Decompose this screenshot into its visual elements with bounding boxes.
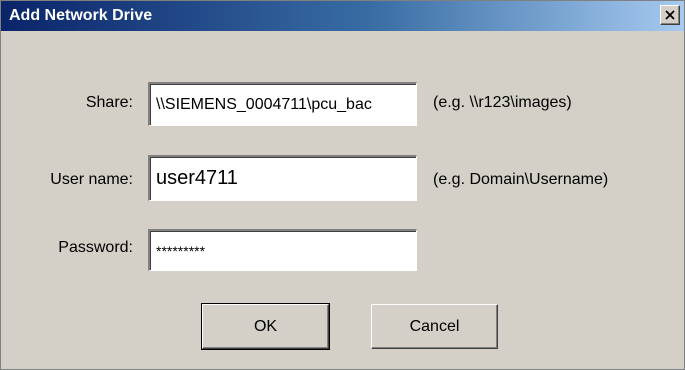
window-title: Add Network Drive	[9, 7, 153, 24]
password-input[interactable]	[148, 229, 417, 271]
close-icon	[665, 10, 675, 20]
share-input[interactable]	[148, 82, 417, 126]
close-button[interactable]	[660, 5, 680, 25]
share-label: Share:	[85, 94, 133, 111]
share-hint: (e.g. \\r123\images)	[433, 94, 572, 111]
ok-button[interactable]: OK	[201, 303, 330, 350]
username-label: User name:	[50, 171, 133, 188]
cancel-button[interactable]: Cancel	[371, 304, 498, 349]
username-input[interactable]	[148, 155, 417, 201]
username-hint: (e.g. Domain\Username)	[433, 171, 609, 188]
title-bar[interactable]: Add Network Drive	[1, 1, 684, 31]
add-network-drive-dialog: Add Network Drive Share: (e.g. \\r123\im…	[0, 0, 685, 370]
password-label: Password:	[58, 239, 133, 256]
